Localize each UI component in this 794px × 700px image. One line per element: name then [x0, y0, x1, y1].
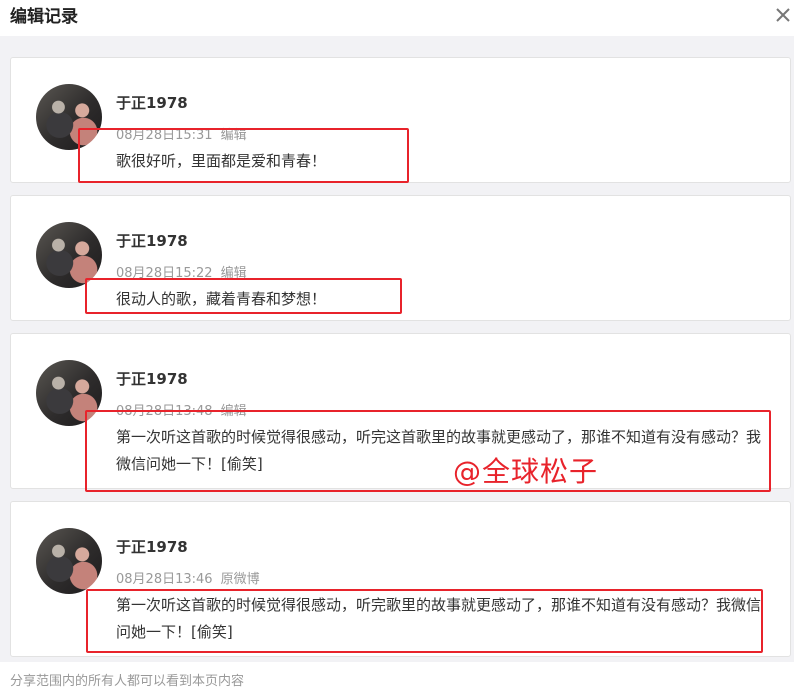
- highlight-box: [78, 128, 409, 183]
- highlight-box: [86, 589, 763, 653]
- author-name[interactable]: 于正1978: [116, 536, 188, 557]
- avatar[interactable]: [36, 528, 102, 594]
- close-icon[interactable]: [772, 2, 794, 24]
- dialog-header: 编辑记录: [0, 0, 794, 36]
- author-name[interactable]: 于正1978: [116, 230, 188, 251]
- highlight-box: [85, 410, 771, 492]
- watermark: @全球松子: [453, 455, 599, 488]
- record-time: 08月28日13:46: [116, 572, 213, 587]
- dialog-title: 编辑记录: [10, 7, 78, 27]
- author-name[interactable]: 于正1978: [116, 368, 188, 389]
- highlight-box: [85, 278, 402, 314]
- footer-note: 分享范围内的所有人都可以看到本页内容: [10, 674, 245, 689]
- author-name[interactable]: 于正1978: [116, 92, 188, 113]
- record-meta: 08月28日13:46 原微博: [116, 568, 260, 587]
- record-action[interactable]: 原微博: [221, 572, 260, 587]
